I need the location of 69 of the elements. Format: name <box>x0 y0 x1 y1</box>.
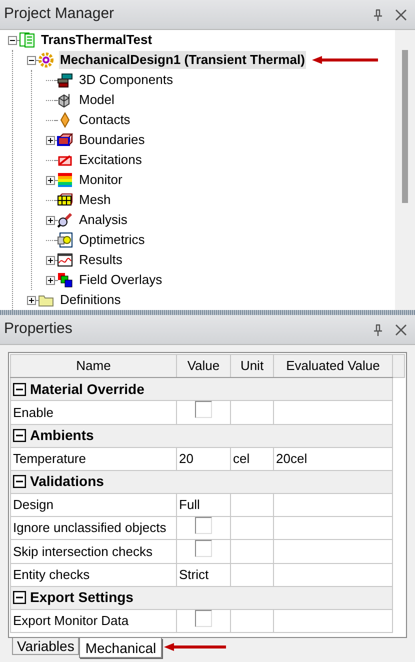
evaluated-value: 20cel <box>274 447 392 470</box>
tree-item[interactable]: Boundaries <box>78 131 146 149</box>
column-header[interactable]: Unit <box>230 354 274 378</box>
gear-icon <box>38 52 54 68</box>
property-value[interactable]: Full <box>176 493 230 516</box>
tree-item[interactable]: Monitor <box>78 171 124 189</box>
column-header[interactable]: Name <box>10 354 176 378</box>
gradient-icon <box>57 172 73 188</box>
pin-icon[interactable] <box>373 8 383 20</box>
property-name: Export Monitor Data <box>10 609 176 632</box>
collapse-icon[interactable] <box>13 429 26 442</box>
tree-item[interactable]: Field Overlays <box>78 271 164 289</box>
expand-icon[interactable] <box>46 276 55 284</box>
tree-item[interactable]: Definitions <box>59 291 122 309</box>
group-heading: Export Settings <box>30 588 134 607</box>
column-header[interactable]: Value <box>176 354 230 378</box>
collapse-icon[interactable] <box>13 591 26 604</box>
optimetrics-icon <box>57 232 73 248</box>
expand-icon[interactable] <box>46 136 55 144</box>
checkbox[interactable] <box>195 540 212 557</box>
group-heading: Ambients <box>30 426 94 445</box>
panel-title: Project Manager <box>4 4 116 24</box>
tree-item[interactable]: Results <box>78 251 124 269</box>
property-value[interactable]: Strict <box>176 563 230 586</box>
expand-icon[interactable] <box>46 256 55 264</box>
collapse-icon[interactable] <box>8 36 17 44</box>
expand-icon[interactable] <box>46 216 55 224</box>
tree-item[interactable]: Contacts <box>78 111 132 129</box>
close-icon[interactable] <box>395 324 407 336</box>
collapse-icon[interactable] <box>13 382 26 396</box>
expand-icon[interactable] <box>46 176 55 184</box>
tree-item[interactable]: Excitations <box>78 151 143 169</box>
property-name: Entity checks <box>10 563 176 586</box>
panel-title: Properties <box>4 319 74 340</box>
magnifier-icon <box>57 212 73 228</box>
mesh-icon <box>57 192 73 208</box>
property-name: Ignore unclassified objects <box>10 516 176 540</box>
column-header[interactable]: Evaluated Value <box>274 354 392 378</box>
tab[interactable]: Mechanical <box>79 638 162 658</box>
checkbox[interactable] <box>195 401 212 418</box>
pin-icon[interactable] <box>373 324 383 336</box>
tree-item[interactable]: Model <box>78 91 116 109</box>
property-name: Enable <box>10 400 176 424</box>
chart-window-icon <box>57 252 73 268</box>
tree-item[interactable]: 3D Components <box>78 71 174 89</box>
tree-item[interactable]: Analysis <box>78 211 128 229</box>
property-name: Temperature <box>10 447 176 470</box>
checkbox[interactable] <box>195 516 212 534</box>
tree-item[interactable]: TransThermalTest <box>40 31 154 49</box>
tab[interactable]: Variables <box>12 638 80 655</box>
property-value[interactable]: 20 <box>176 447 230 470</box>
collapse-icon[interactable] <box>13 475 26 488</box>
property-name: Skip intersection checks <box>10 540 176 563</box>
close-icon[interactable] <box>395 8 407 20</box>
tree-item[interactable]: MechanicalDesign1 (Transient Thermal) <box>59 51 306 69</box>
property-unit: cel <box>230 447 274 470</box>
checkbox[interactable] <box>195 610 212 626</box>
collapse-icon[interactable] <box>27 56 36 64</box>
boundary-icon <box>57 132 73 148</box>
overlays-icon <box>57 272 73 288</box>
tree-item[interactable]: Optimetrics <box>78 231 146 249</box>
property-name: Design <box>10 493 176 516</box>
expand-icon[interactable] <box>27 296 36 304</box>
tree-item[interactable]: Mesh <box>78 191 112 209</box>
scrollbar-thumb[interactable] <box>402 50 408 203</box>
group-heading: Material Override <box>30 380 144 398</box>
group-heading: Validations <box>30 472 104 491</box>
scrollbar[interactable] <box>395 30 415 310</box>
blocks-icon <box>57 72 73 88</box>
